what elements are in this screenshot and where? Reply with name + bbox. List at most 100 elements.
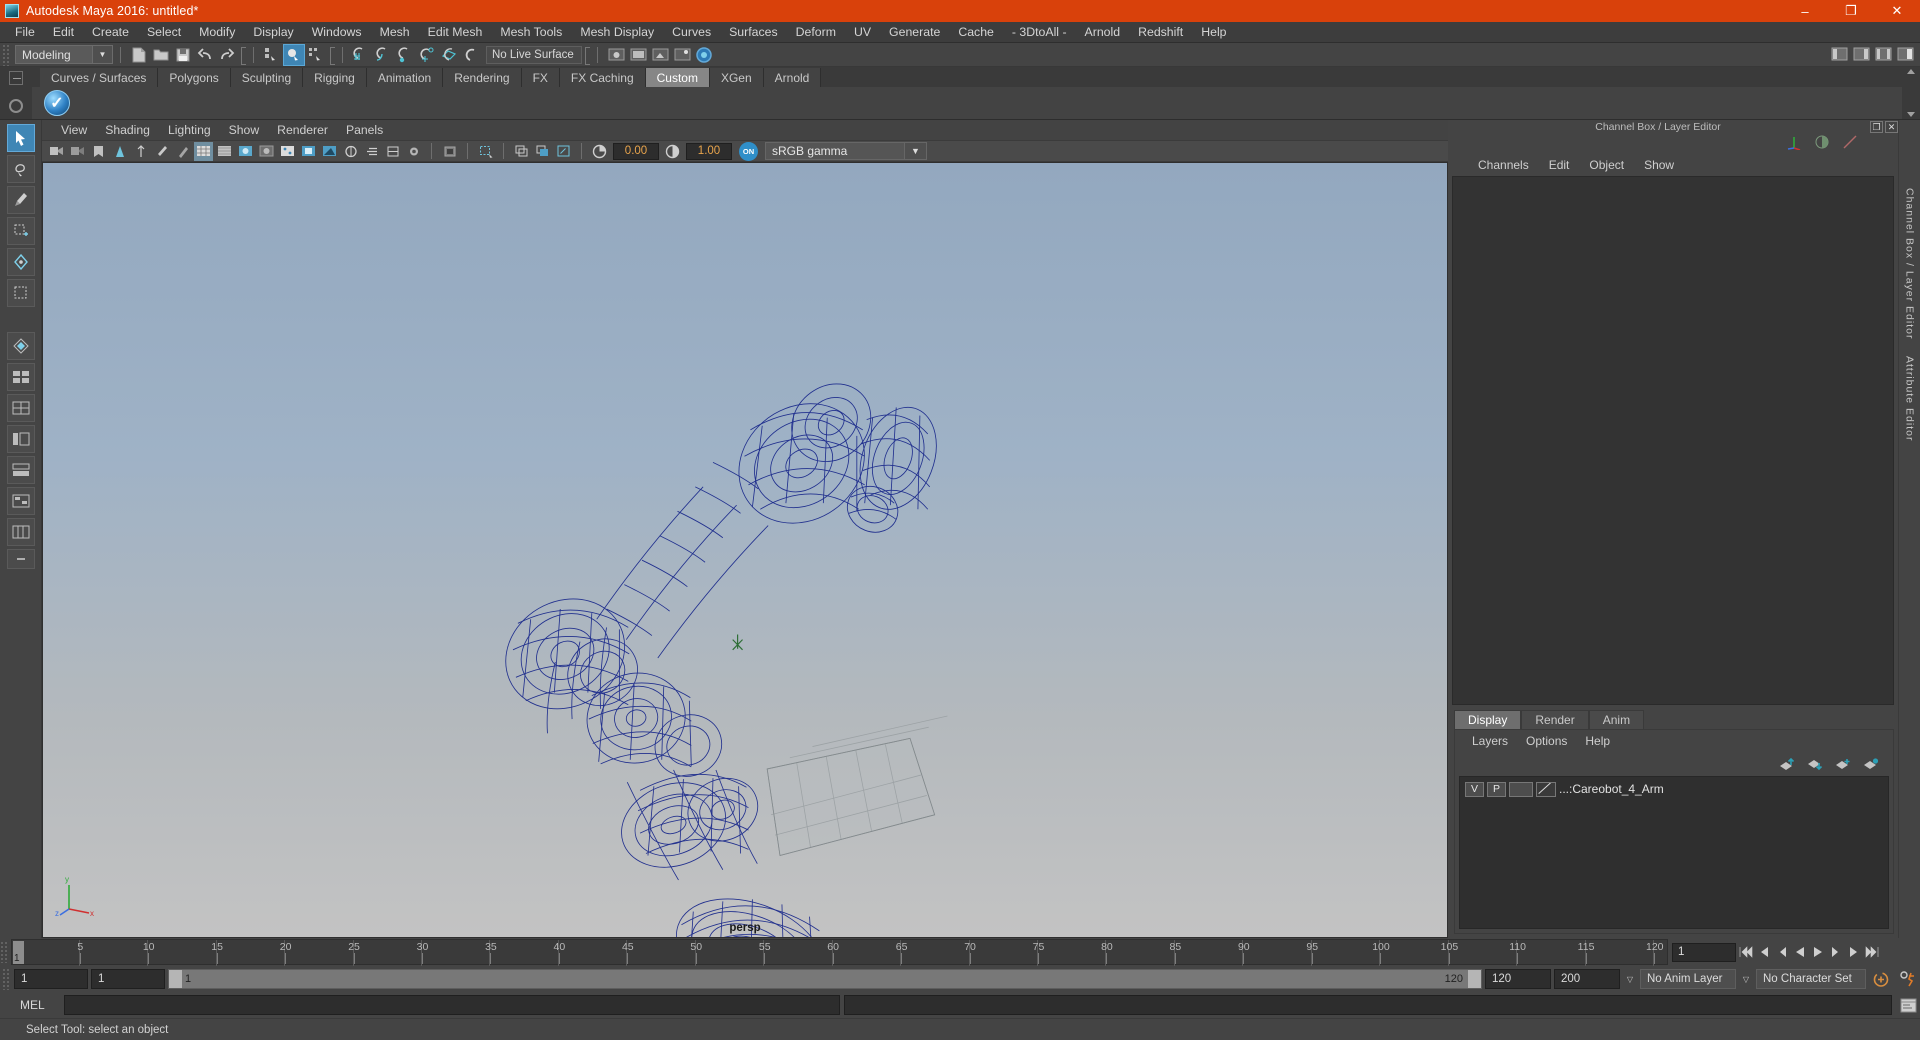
character-set-dropdown-arrow-icon[interactable]: ▽: [1739, 969, 1753, 989]
persp-outliner-persp-layout-icon[interactable]: [6, 518, 35, 546]
viewport-menu-show[interactable]: Show: [220, 123, 269, 137]
ipr-render-icon[interactable]: [650, 45, 670, 65]
menu-mesh[interactable]: Mesh: [371, 22, 419, 43]
shelf-tab-animation[interactable]: Animation: [366, 68, 444, 87]
layer-type-toggle[interactable]: [1509, 781, 1533, 797]
vertical-tab-channel-box[interactable]: Channel Box / Layer Editor: [1904, 180, 1916, 348]
exposure-value-field[interactable]: 0.00: [613, 142, 659, 160]
make-live-icon[interactable]: [461, 45, 481, 65]
menu-create[interactable]: Create: [83, 22, 138, 43]
menu-file[interactable]: File: [6, 22, 44, 43]
script-editor-icon[interactable]: [1896, 995, 1920, 1015]
menu-arnold[interactable]: Arnold: [1076, 22, 1130, 43]
camera-attributes-icon[interactable]: [68, 142, 87, 161]
last-tool-used-icon[interactable]: [6, 332, 35, 360]
open-scene-icon[interactable]: [151, 45, 171, 65]
grease-pencil-frames-icon[interactable]: [173, 142, 192, 161]
shelf-tab-polygons[interactable]: Polygons: [158, 68, 231, 87]
new-scene-icon[interactable]: [129, 45, 149, 65]
select-tool-icon[interactable]: [6, 124, 35, 152]
layer-playback-toggle[interactable]: P: [1487, 781, 1506, 797]
menu-curves[interactable]: Curves: [663, 22, 720, 43]
persp-outliner-layout-icon[interactable]: [6, 425, 35, 453]
bookmark-icon[interactable]: [89, 142, 108, 161]
four-view-layout-icon[interactable]: [6, 394, 35, 422]
auto-keyframe-toggle-icon[interactable]: [1869, 971, 1893, 988]
smooth-shade-all-icon[interactable]: [215, 142, 234, 161]
render-sequence-icon[interactable]: [628, 45, 648, 65]
play-backwards-icon[interactable]: [1791, 944, 1808, 961]
menu-modify[interactable]: Modify: [190, 22, 244, 43]
chevron-down-icon[interactable]: ▼: [905, 142, 927, 160]
scale-tool-icon[interactable]: [6, 279, 35, 307]
layer-menu-options[interactable]: Options: [1517, 734, 1576, 748]
menu-generate[interactable]: Generate: [880, 22, 949, 43]
perspective-viewport[interactable]: y x z persp: [42, 162, 1448, 938]
panel-restore-icon[interactable]: ❐: [1870, 121, 1883, 133]
viewport-menu-lighting[interactable]: Lighting: [159, 123, 220, 137]
grease-pencil-icon[interactable]: [152, 142, 171, 161]
select-by-component-type-icon[interactable]: [306, 45, 326, 65]
menu-cache[interactable]: Cache: [949, 22, 1003, 43]
isolate-select-icon[interactable]: [440, 142, 459, 161]
two-d-pan-zoom-icon[interactable]: [131, 142, 150, 161]
render-settings-icon[interactable]: [672, 45, 692, 65]
layer-menu-help[interactable]: Help: [1576, 734, 1619, 748]
snap-to-curve-icon[interactable]: [373, 45, 393, 65]
use-all-lights-icon[interactable]: [299, 142, 318, 161]
hypershade-layout-icon[interactable]: [6, 487, 35, 515]
xray-mode-icon[interactable]: [476, 142, 495, 161]
menu-edit[interactable]: Edit: [44, 22, 83, 43]
snap-to-projected-center-icon[interactable]: [417, 45, 437, 65]
image-plane-icon[interactable]: [110, 142, 129, 161]
shelf-tab-fx-caching[interactable]: FX Caching: [559, 68, 646, 87]
layer-tab-display[interactable]: Display: [1454, 710, 1522, 729]
move-tool-icon[interactable]: [6, 217, 35, 245]
menu-uv[interactable]: UV: [845, 22, 880, 43]
gamma-icon[interactable]: [663, 142, 682, 161]
shelf-tab-rigging[interactable]: Rigging: [303, 68, 367, 87]
layer-visibility-toggle[interactable]: V: [1465, 781, 1484, 797]
playback-end-time-field[interactable]: 120: [1485, 969, 1551, 989]
animation-start-time-field[interactable]: 1: [14, 969, 88, 989]
panel-drag-handle-left[interactable]: [1454, 126, 1590, 128]
menu-help[interactable]: Help: [1192, 22, 1235, 43]
shelf-tab-sculpting[interactable]: Sculpting: [230, 68, 304, 87]
time-slider-track[interactable]: 1 5 10 15 20 25 30 35 40 45 50 55 60 65 70 75 80 85 90 95 1…: [11, 939, 1668, 966]
shelf-tab-menu-icon[interactable]: [9, 71, 23, 85]
use-default-material-icon[interactable]: [257, 142, 276, 161]
snap-to-grid-icon[interactable]: [351, 45, 371, 65]
redo-icon[interactable]: [217, 45, 237, 65]
render-view-icon[interactable]: [606, 45, 626, 65]
menu-select[interactable]: Select: [138, 22, 190, 43]
rotate-tool-icon[interactable]: [6, 248, 35, 276]
panel-drag-handle-right[interactable]: [1726, 126, 1862, 128]
menu-deform[interactable]: Deform: [787, 22, 845, 43]
shelf-tab-xgen[interactable]: XGen: [709, 68, 764, 87]
wireframe-shading-icon[interactable]: [194, 141, 213, 161]
viewport-menu-panels[interactable]: Panels: [337, 123, 392, 137]
shelf-tab-curves-surfaces[interactable]: Curves / Surfaces: [40, 68, 159, 87]
range-drag-handle[interactable]: [2, 968, 11, 990]
menu-3dtoall[interactable]: - 3DtoAll -: [1003, 22, 1076, 43]
hypershade-icon[interactable]: [694, 45, 714, 65]
shelf-tab-arnold[interactable]: Arnold: [763, 68, 822, 87]
anim-layer-field[interactable]: No Anim Layer: [1640, 969, 1736, 989]
move-layer-up-icon[interactable]: [1779, 757, 1795, 770]
layer-list[interactable]: V P ...:Careobot_4_Arm: [1459, 776, 1889, 929]
channel-box-menu-edit[interactable]: Edit: [1539, 158, 1580, 172]
display-textures-icon[interactable]: [278, 142, 297, 161]
menu-windows[interactable]: Windows: [303, 22, 371, 43]
chevron-up-icon[interactable]: [1907, 69, 1915, 74]
lasso-select-tool-icon[interactable]: [6, 155, 35, 183]
channel-box-menu-object[interactable]: Object: [1579, 158, 1634, 172]
panel-close-icon[interactable]: ✕: [1885, 121, 1898, 133]
shelf-tab-custom[interactable]: Custom: [645, 68, 710, 87]
viewport-menu-shading[interactable]: Shading: [96, 123, 159, 137]
gamma-value-field[interactable]: 1.00: [686, 142, 732, 160]
menu-surfaces[interactable]: Surfaces: [720, 22, 787, 43]
channel-box-menu-show[interactable]: Show: [1634, 158, 1684, 172]
character-set-field[interactable]: No Character Set: [1756, 969, 1866, 989]
exposure-reset-icon[interactable]: [554, 142, 573, 161]
single-perspective-layout-icon[interactable]: [6, 363, 35, 391]
